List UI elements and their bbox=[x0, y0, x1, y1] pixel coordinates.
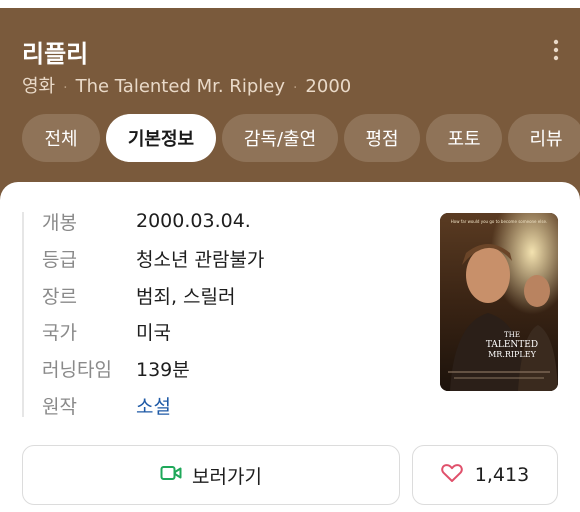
tab-review[interactable]: 리뷰 bbox=[508, 114, 580, 162]
watch-button[interactable]: 보러가기 bbox=[22, 445, 400, 505]
poster-title-line2: TALENTED bbox=[486, 340, 538, 350]
info-row-runtime: 러닝타임 139분 bbox=[42, 353, 190, 383]
info-row-rating: 등급 청소년 관람불가 bbox=[42, 243, 264, 273]
tab-director-cast[interactable]: 감독/출연 bbox=[222, 114, 338, 162]
movie-header: 리플리 영화 · The Talented Mr. Ripley · 2000 전체 기… bbox=[0, 0, 580, 200]
tab-all[interactable]: 전체 bbox=[22, 114, 100, 162]
info-row-country: 국가 미국 bbox=[42, 316, 171, 346]
video-camera-icon bbox=[160, 464, 182, 487]
heart-icon bbox=[441, 463, 463, 488]
info-value: 2000.03.04. bbox=[136, 210, 251, 232]
info-label: 원작 bbox=[42, 395, 77, 418]
info-label: 장르 bbox=[42, 285, 77, 308]
meta-separator: · bbox=[63, 80, 68, 96]
poster-title-line1: THE bbox=[504, 331, 520, 339]
meta-year: 2000 bbox=[305, 76, 352, 97]
like-button[interactable]: 1,413 bbox=[412, 445, 558, 505]
tab-photo[interactable]: 포토 bbox=[426, 114, 502, 162]
basic-info-card: 개봉 2000.03.04. 등급 청소년 관람불가 장르 범죄, 스릴러 국가… bbox=[0, 182, 580, 512]
info-row-release: 개봉 2000.03.04. bbox=[42, 206, 251, 236]
poster-title-line3: MR.RIPLEY bbox=[488, 350, 536, 359]
meta-category: 영화 bbox=[22, 76, 56, 97]
info-label: 국가 bbox=[42, 321, 77, 344]
info-value: 범죄, 스릴러 bbox=[136, 285, 236, 308]
info-row-original: 원작 소설 bbox=[42, 390, 171, 420]
original-work-link[interactable]: 소설 bbox=[136, 392, 171, 419]
info-label: 러닝타임 bbox=[42, 358, 112, 381]
more-vertical-icon[interactable] bbox=[546, 38, 566, 62]
watch-button-label: 보러가기 bbox=[192, 465, 262, 488]
info-divider bbox=[22, 212, 24, 417]
tab-bar: 전체 기본정보 감독/출연 평점 포토 리뷰 bbox=[22, 114, 580, 162]
info-value: 청소년 관람불가 bbox=[136, 248, 265, 271]
movie-poster[interactable]: How far would you go to become someone e… bbox=[440, 213, 558, 391]
info-label: 등급 bbox=[42, 248, 77, 271]
info-value: 139분 bbox=[136, 358, 190, 381]
tab-basic-info[interactable]: 기본정보 bbox=[106, 114, 216, 162]
tab-rating[interactable]: 평점 bbox=[344, 114, 420, 162]
top-divider bbox=[0, 0, 580, 8]
movie-meta: 영화 · The Talented Mr. Ripley · 2000 bbox=[22, 72, 351, 98]
info-value: 미국 bbox=[136, 321, 171, 344]
poster-tagline: How far would you go to become someone e… bbox=[451, 219, 547, 224]
like-count: 1,413 bbox=[474, 464, 530, 486]
meta-separator: · bbox=[292, 80, 298, 96]
meta-original-title: The Talented Mr. Ripley bbox=[75, 76, 285, 97]
info-row-genre: 장르 범죄, 스릴러 bbox=[42, 280, 235, 310]
info-label: 개봉 bbox=[42, 211, 77, 234]
movie-title: 리플리 bbox=[22, 40, 89, 68]
